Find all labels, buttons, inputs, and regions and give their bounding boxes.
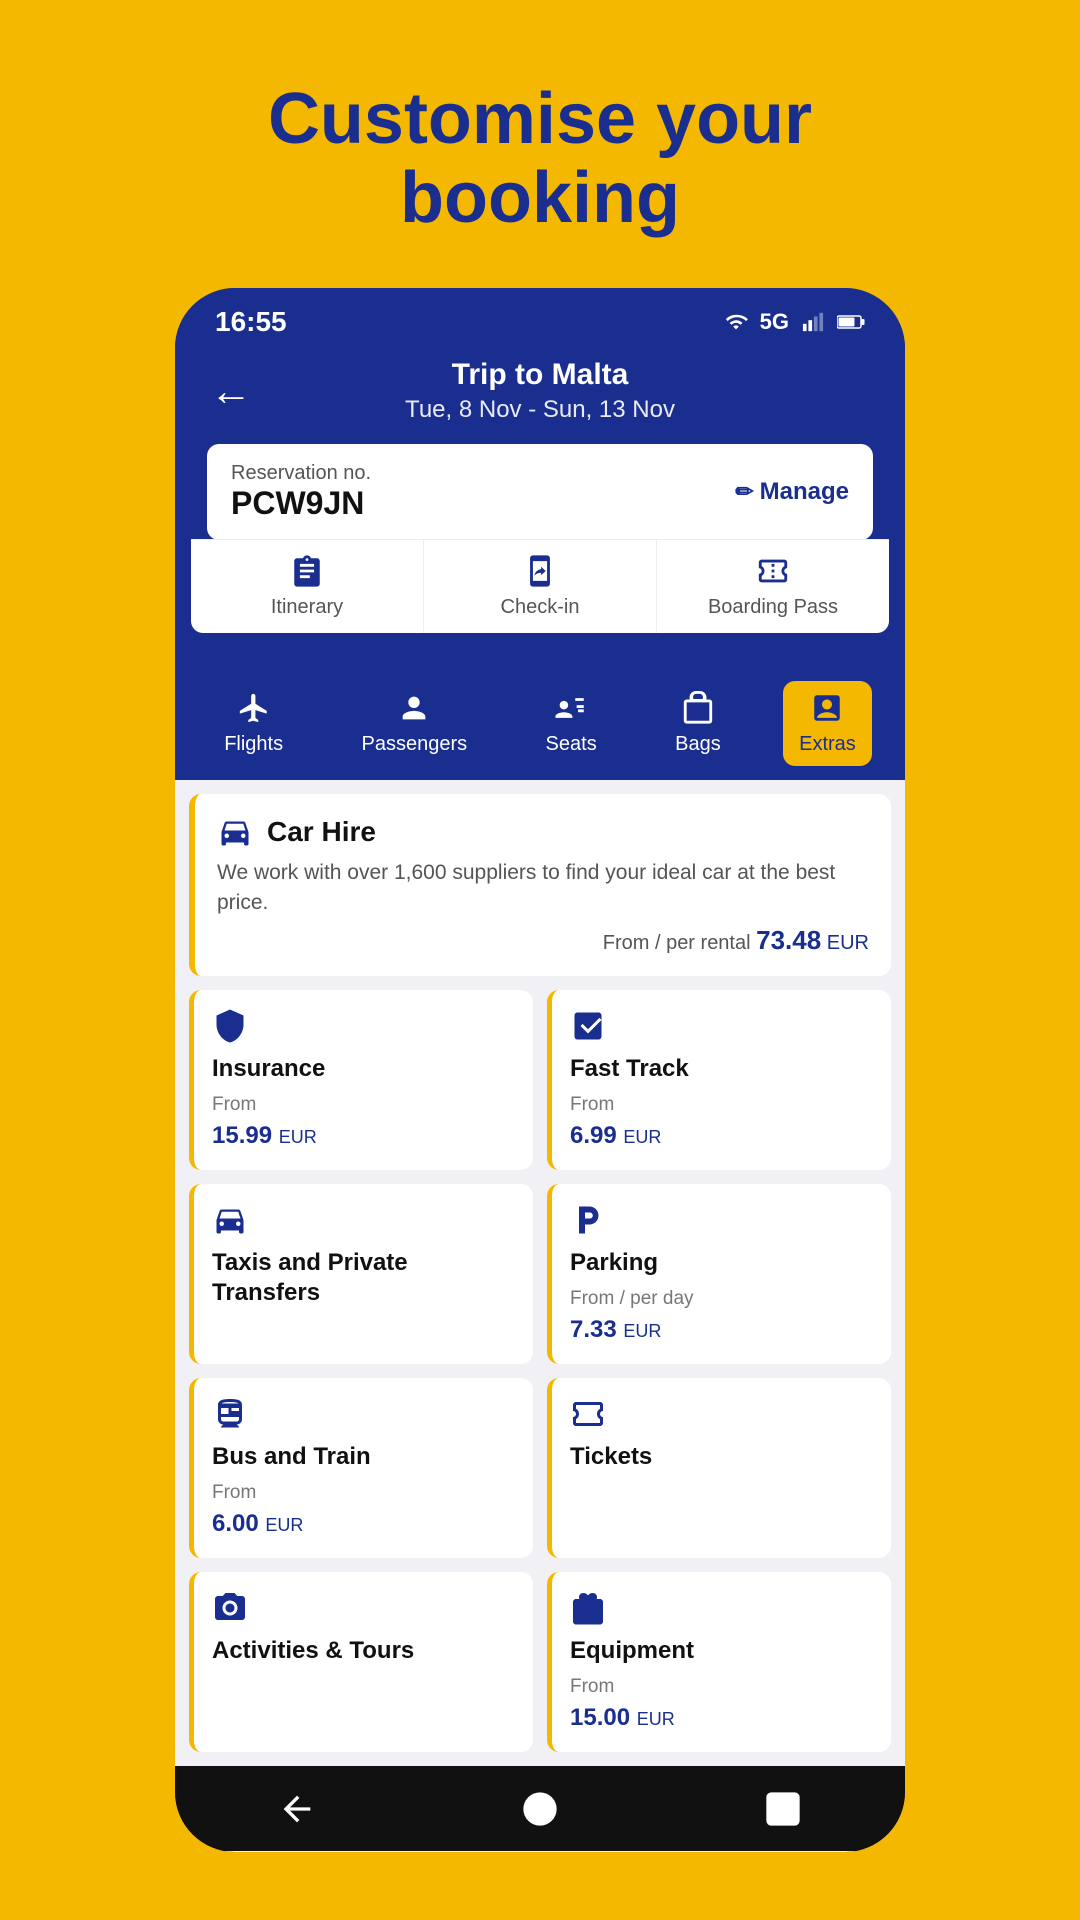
bus-train-price: 6.00 EUR <box>212 1510 515 1538</box>
nav-bags-label: Bags <box>675 733 721 756</box>
nav-tab-bags[interactable]: Bags <box>659 681 737 766</box>
phone-frame: 16:55 5G ← Trip to Malta Tue, 8 Nov - Su… <box>175 288 905 1852</box>
nav-seats-label: Seats <box>546 733 597 756</box>
bottom-home-button[interactable] <box>515 1784 565 1834</box>
tab-boarding-pass[interactable]: Boarding Pass <box>657 540 889 633</box>
tickets-icon <box>570 1396 606 1432</box>
car-hire-header: Car Hire <box>217 814 869 850</box>
signal-icon <box>799 311 827 333</box>
fast-track-from: From <box>570 1094 873 1116</box>
bottom-nav <box>175 1766 905 1852</box>
flights-icon <box>237 691 271 725</box>
tickets-title: Tickets <box>570 1442 873 1472</box>
manage-button[interactable]: ✏ Manage <box>735 478 849 506</box>
bus-train-from: From <box>212 1482 515 1504</box>
car-hire-card[interactable]: Car Hire We work with over 1,600 supplie… <box>189 794 891 976</box>
status-time: 16:55 <box>215 306 287 338</box>
tab-boarding-pass-label: Boarding Pass <box>708 596 838 619</box>
wifi-icon <box>722 311 750 333</box>
trip-dates: Tue, 8 Nov - Sun, 13 Nov <box>257 396 823 424</box>
tab-checkin-label: Check-in <box>501 596 580 619</box>
activities-icon <box>212 1590 248 1626</box>
parking-title: Parking <box>570 1248 873 1278</box>
nav-tabs: Flights Passengers Seats Bags <box>175 663 905 780</box>
activities-card[interactable]: Activities & Tours <box>189 1572 533 1752</box>
nav-extras-label: Extras <box>799 733 856 756</box>
services-grid: Insurance From 15.99 EUR Fast Track From… <box>189 990 891 1752</box>
reservation-info: Reservation no. PCW9JN <box>231 462 371 522</box>
car-hire-title: Car Hire <box>267 816 376 848</box>
equipment-card[interactable]: Equipment From 15.00 EUR <box>547 1572 891 1752</box>
bags-icon <box>681 691 715 725</box>
page-title-container: Customise your booking <box>268 0 812 238</box>
boarding-pass-icon <box>756 554 790 588</box>
seats-icon <box>554 691 588 725</box>
reservation-code: PCW9JN <box>231 485 371 522</box>
pencil-icon: ✏ <box>735 479 753 505</box>
parking-from: From / per day <box>570 1288 873 1310</box>
equipment-from: From <box>570 1676 873 1698</box>
bus-train-icon <box>212 1396 248 1432</box>
fast-track-price: 6.99 EUR <box>570 1122 873 1150</box>
car-hire-currency: EUR <box>827 932 869 954</box>
itinerary-icon <box>290 554 324 588</box>
bottom-back-button[interactable] <box>272 1784 322 1834</box>
tab-itinerary-label: Itinerary <box>271 596 343 619</box>
bus-train-card[interactable]: Bus and Train From 6.00 EUR <box>189 1378 533 1558</box>
status-icons: 5G <box>722 309 865 335</box>
bottom-back-icon <box>277 1789 317 1829</box>
activities-title: Activities & Tours <box>212 1636 515 1666</box>
bottom-home-icon <box>520 1789 560 1829</box>
nav-flights-label: Flights <box>224 733 283 756</box>
reservation-label: Reservation no. <box>231 462 371 485</box>
insurance-price: 15.99 EUR <box>212 1122 515 1150</box>
taxis-icon <box>212 1202 248 1238</box>
nav-tab-seats[interactable]: Seats <box>530 681 613 766</box>
nav-tab-extras[interactable]: Extras <box>783 681 872 766</box>
fast-track-icon <box>570 1008 606 1044</box>
fast-track-card[interactable]: Fast Track From 6.99 EUR <box>547 990 891 1170</box>
header-title: Trip to Malta Tue, 8 Nov - Sun, 13 Nov <box>257 358 823 424</box>
equipment-icon <box>570 1590 606 1626</box>
bottom-square-icon <box>763 1789 803 1829</box>
header: ← Trip to Malta Tue, 8 Nov - Sun, 13 Nov <box>175 348 905 444</box>
nav-tab-flights[interactable]: Flights <box>208 681 299 766</box>
equipment-title: Equipment <box>570 1636 873 1666</box>
insurance-from: From <box>212 1094 515 1116</box>
tab-itinerary[interactable]: Itinerary <box>191 540 424 633</box>
insurance-icon <box>212 1008 248 1044</box>
parking-icon <box>570 1202 606 1238</box>
bottom-square-button[interactable] <box>758 1784 808 1834</box>
parking-card[interactable]: Parking From / per day 7.33 EUR <box>547 1184 891 1364</box>
checkin-icon <box>523 554 557 588</box>
parking-price: 7.33 EUR <box>570 1316 873 1344</box>
insurance-title: Insurance <box>212 1054 515 1084</box>
car-hire-price-value: 73.48 <box>756 925 821 955</box>
fast-track-title: Fast Track <box>570 1054 873 1084</box>
car-hire-price: From / per rental 73.48 EUR <box>217 925 869 956</box>
tickets-card[interactable]: Tickets <box>547 1378 891 1558</box>
nav-passengers-label: Passengers <box>362 733 468 756</box>
insurance-card[interactable]: Insurance From 15.99 EUR <box>189 990 533 1170</box>
manage-label: Manage <box>760 478 849 506</box>
taxis-title: Taxis and Private Transfers <box>212 1248 515 1308</box>
page-title: Customise your booking <box>268 80 812 238</box>
car-hire-desc: We work with over 1,600 suppliers to fin… <box>217 858 869 917</box>
car-hire-price-label: From / per rental <box>603 932 751 954</box>
equipment-price: 15.00 EUR <box>570 1704 873 1732</box>
trip-name: Trip to Malta <box>257 358 823 392</box>
car-hire-icon <box>217 814 253 850</box>
content-area: Car Hire We work with over 1,600 supplie… <box>175 780 905 1766</box>
nav-tab-passengers[interactable]: Passengers <box>346 681 484 766</box>
tab-checkin[interactable]: Check-in <box>424 540 657 633</box>
taxis-card[interactable]: Taxis and Private Transfers <box>189 1184 533 1364</box>
reservation-card: Reservation no. PCW9JN ✏ Manage <box>207 444 873 540</box>
bus-train-title: Bus and Train <box>212 1442 515 1472</box>
passengers-icon <box>397 691 431 725</box>
status-bar: 16:55 5G <box>175 288 905 348</box>
back-button[interactable]: ← <box>205 362 257 420</box>
signal-5g: 5G <box>760 309 789 335</box>
battery-icon <box>837 311 865 333</box>
extras-icon <box>810 691 844 725</box>
